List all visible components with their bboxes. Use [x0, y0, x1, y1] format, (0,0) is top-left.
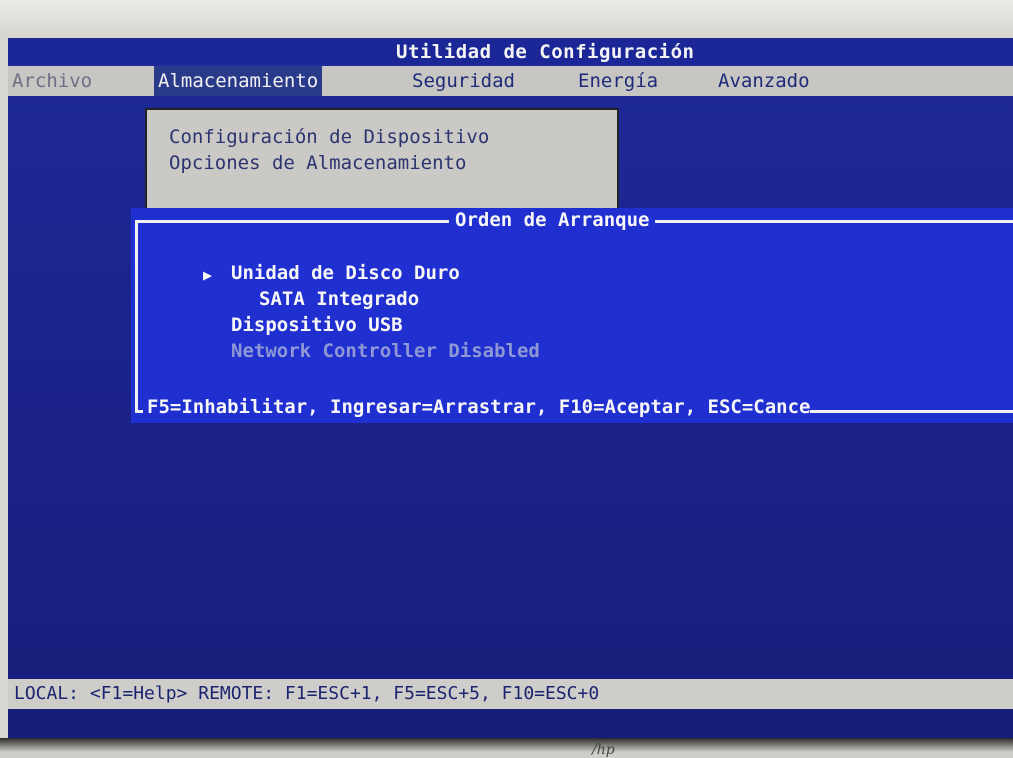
menu-bar: Archivo Almacenamiento Seguridad Energía…	[8, 66, 1013, 96]
boot-item-hard-disk[interactable]: Unidad de Disco Duro	[231, 262, 460, 284]
status-text: LOCAL: <F1=Help> REMOTE: F1=ESC+1, F5=ES…	[14, 683, 600, 704]
app-title: Utilidad de Configuración	[396, 41, 695, 63]
menu-almacenamiento[interactable]: Almacenamiento	[154, 66, 323, 96]
submenu-item-device-config[interactable]: Configuración de Dispositivo	[169, 126, 489, 148]
submenu-item-storage-options[interactable]: Opciones de Almacenamiento	[169, 152, 466, 174]
selection-arrow-icon: ▶	[203, 266, 213, 284]
menu-energia[interactable]: Energía	[574, 66, 662, 96]
status-bar: LOCAL: <F1=Help> REMOTE: F1=ESC+1, F5=ES…	[8, 679, 1013, 709]
monitor-logo: /hp	[592, 742, 615, 758]
dialog-title: Orden de Arranque	[449, 209, 656, 231]
menu-archivo[interactable]: Archivo	[8, 66, 96, 96]
dialog-help-line: F5=Inhabilitar, Ingresar=Arrastrar, F10=…	[143, 396, 811, 418]
title-bar: Utilidad de Configuración	[8, 38, 1013, 64]
menu-seguridad[interactable]: Seguridad	[408, 66, 519, 96]
boot-order-dialog: Orden de Arranque ▶ Unidad de Disco Duro…	[131, 208, 1013, 423]
boot-item-sata[interactable]: SATA Integrado	[259, 288, 419, 310]
monitor-bezel-top	[0, 0, 1013, 38]
boot-item-usb[interactable]: Dispositivo USB	[231, 314, 403, 336]
menu-avanzado[interactable]: Avanzado	[714, 66, 814, 96]
bios-screen: Utilidad de Configuración Archivo Almace…	[8, 38, 1013, 738]
monitor-bezel-bottom	[0, 738, 1013, 758]
boot-item-network[interactable]: Network Controller Disabled	[231, 340, 540, 362]
